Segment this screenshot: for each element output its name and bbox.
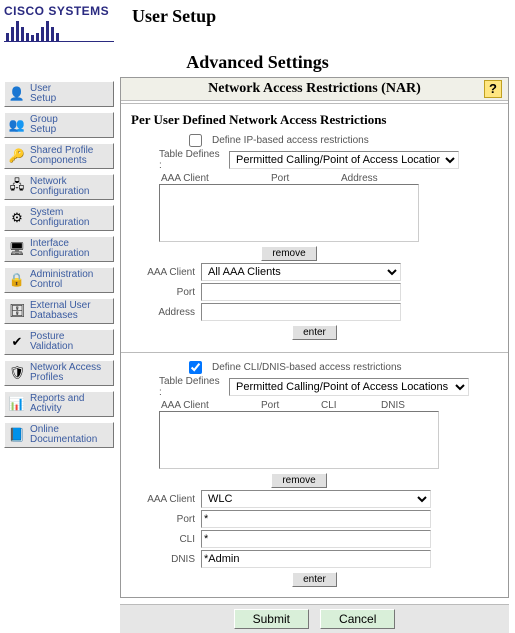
sidebar-item-network-config[interactable]: 🖧NetworkConfiguration [4,174,114,200]
cli-port-label: Port [129,514,201,525]
sidebar-item-label: PostureValidation [30,332,73,352]
ip-table-defines-select[interactable]: Permitted Calling/Point of Access Locati… [229,151,459,169]
cli-table-defines-label: Table Defines : [159,376,229,398]
ip-port-input[interactable] [201,283,401,301]
cisco-logo: CISCO SYSTEMS [4,4,114,42]
check-icon: ✔ [8,333,26,351]
group-icon: 👥 [8,116,26,134]
cancel-button[interactable]: Cancel [320,609,395,629]
sidebar-item-label: GroupSetup [30,115,58,135]
ip-list-header: AAA Client Port Address [159,173,500,184]
cli-dnis-input[interactable] [201,550,431,568]
ip-enter-button[interactable]: enter [292,325,337,340]
ip-aaaclient-label: AAA Client [129,267,201,278]
sidebar-item-label: Network AccessProfiles [30,363,101,383]
page-subtitle: Advanced Settings [0,52,515,73]
database-icon: 🗄 [8,302,26,320]
sidebar-item-label: OnlineDocumentation [30,425,97,445]
sidebar-item-admin-control[interactable]: 🔒AdministrationControl [4,267,114,293]
cisco-bridge-icon [4,20,114,42]
sidebar-item-label: SystemConfiguration [30,208,89,228]
cli-aaaclient-select[interactable]: WLC [201,490,431,508]
ip-remove-button[interactable]: remove [261,246,316,261]
sidebar-item-user-setup[interactable]: 👤UserSetup [4,81,114,107]
network-icon: 🖧 [8,178,26,196]
sidebar-item-na-profiles[interactable]: 🛡Network AccessProfiles [4,360,114,386]
sidebar-item-label: Shared ProfileComponents [30,146,93,166]
ip-listbox[interactable] [159,184,419,242]
shield-icon: 🛡 [8,364,26,382]
cli-aaaclient-label: AAA Client [129,494,201,505]
sidebar-item-system-config[interactable]: ⚙SystemConfiguration [4,205,114,231]
footer-bar: Submit Cancel [120,604,509,633]
ip-define-label: Define IP-based access restrictions [212,135,369,146]
sidebar-item-interface-config[interactable]: 🖥InterfaceConfiguration [4,236,114,262]
ip-define-checkbox[interactable] [189,134,202,147]
sidebar-item-online-docs[interactable]: 📘OnlineDocumentation [4,422,114,448]
cli-define-checkbox[interactable] [189,361,202,374]
cli-enter-button[interactable]: enter [292,572,337,587]
help-icon[interactable]: ? [484,80,502,98]
ip-table-defines-label: Table Defines : [159,149,229,171]
panel-header: Network Access Restrictions (NAR) ? [121,78,508,101]
book-icon: 📘 [8,426,26,444]
sidebar-item-label: UserSetup [30,84,56,104]
cli-port-input[interactable] [201,510,431,528]
cli-table-defines-select[interactable]: Permitted Calling/Point of Access Locati… [229,378,469,396]
panel-title: Network Access Restrictions (NAR) [208,81,421,96]
sidebar-item-external-db[interactable]: 🗄External UserDatabases [4,298,114,324]
monitor-icon: 🖥 [8,240,26,258]
sidebar-item-label: InterfaceConfiguration [30,239,89,259]
brand-text: CISCO SYSTEMS [4,4,114,18]
sidebar: 👤UserSetup 👥GroupSetup 🔑Shared ProfileCo… [0,77,116,453]
ip-address-label: Address [129,307,201,318]
gear-icon: ⚙ [8,209,26,227]
ip-port-label: Port [129,287,201,298]
sidebar-item-label: NetworkConfiguration [30,177,89,197]
sidebar-item-reports[interactable]: 📊Reports andActivity [4,391,114,417]
nar-panel: Network Access Restrictions (NAR) ? Per … [120,77,509,598]
cli-list-header: AAA Client Port CLI DNIS [159,400,500,411]
cli-remove-button[interactable]: remove [271,473,326,488]
cli-cli-input[interactable] [201,530,431,548]
sidebar-item-label: External UserDatabases [30,301,91,321]
cli-listbox[interactable] [159,411,439,469]
cli-dnis-label: DNIS [129,554,201,565]
cli-define-label: Define CLI/DNIS-based access restriction… [212,362,402,373]
ip-aaaclient-select[interactable]: All AAA Clients [201,263,401,281]
sidebar-item-posture[interactable]: ✔PostureValidation [4,329,114,355]
user-icon: 👤 [8,85,26,103]
chart-icon: 📊 [8,395,26,413]
cli-cli-label: CLI [129,534,201,545]
submit-button[interactable]: Submit [234,609,309,629]
sidebar-item-label: Reports andActivity [30,394,84,414]
page-title: User Setup [132,6,216,27]
sidebar-item-group-setup[interactable]: 👥GroupSetup [4,112,114,138]
sidebar-item-shared-profile[interactable]: 🔑Shared ProfileComponents [4,143,114,169]
ip-address-input[interactable] [201,303,401,321]
nar-heading: Per User Defined Network Access Restrict… [131,112,500,128]
key-icon: 🔑 [8,147,26,165]
lock-icon: 🔒 [8,271,26,289]
sidebar-item-label: AdministrationControl [30,270,93,290]
